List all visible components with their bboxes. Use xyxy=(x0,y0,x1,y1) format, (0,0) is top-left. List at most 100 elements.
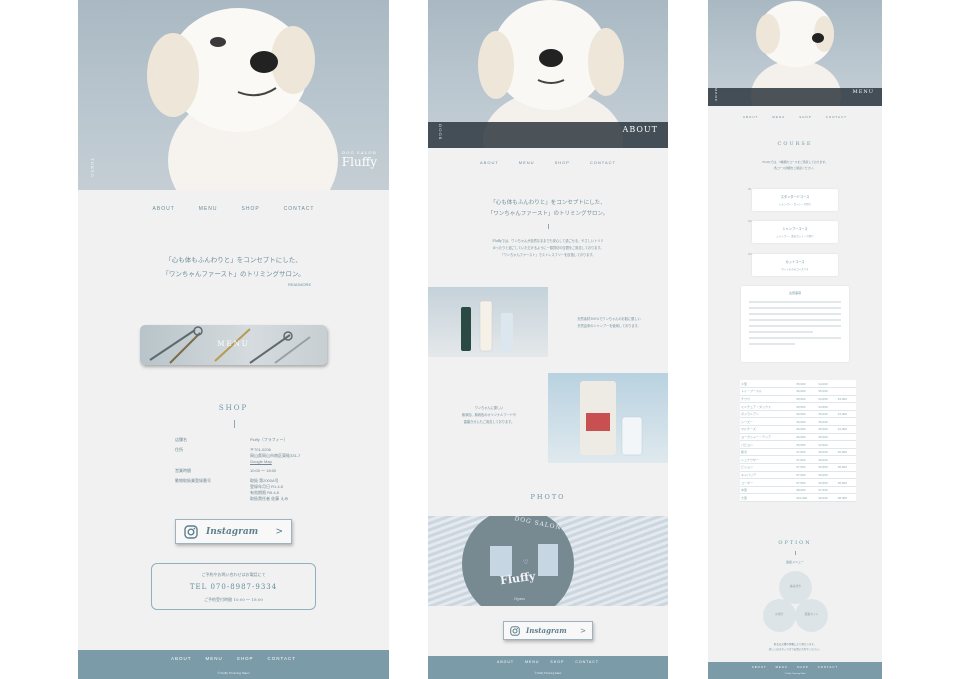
table-cell-breed: シーズー xyxy=(740,417,796,427)
tel-number[interactable]: TEL 070-8987-9334 xyxy=(152,583,315,591)
footer-nav-shop[interactable]: SHOP xyxy=(550,660,564,664)
main-nav: ABOUT MENU SHOP CONTACT xyxy=(708,115,882,119)
table-cell-b: ¥5,000 xyxy=(817,387,837,396)
nav-shop[interactable]: SHOP xyxy=(555,160,570,165)
instagram-button[interactable]: Instagram > xyxy=(503,621,593,640)
tagline-line2: 「ワンちゃんファースト」のトリミングサロン。 xyxy=(162,270,305,278)
nav-about[interactable]: ABOUT xyxy=(743,115,758,119)
food-text-3: 歯磨きガムもご用意しております。 xyxy=(463,420,515,424)
shop-row-value: Fluffy（フラフィー） xyxy=(250,437,288,442)
shop-row-label: 営業時間 xyxy=(175,468,191,473)
nav-shop[interactable]: SHOP xyxy=(799,115,812,119)
shop-row-value: 取扱責任者 佐藤 えみ xyxy=(250,496,289,501)
option-subtitle: 追加メニュー xyxy=(785,560,804,564)
course-title: COURSE xyxy=(777,141,813,147)
nav-menu[interactable]: MENU xyxy=(199,206,218,212)
table-cell-breed: ミニチュア・ダックス xyxy=(740,402,796,411)
nav-menu[interactable]: MENU xyxy=(519,160,535,165)
price-table: 小型 ¥5,000 ¥4,000 トイ・プードル ¥6,000 ¥5,000 チワワ ¥5,0… xyxy=(740,380,856,502)
photo-title: PHOTO xyxy=(530,493,566,501)
footer-nav-about[interactable]: ABOUT xyxy=(752,665,767,669)
nav-about[interactable]: ABOUT xyxy=(480,160,499,165)
table-cell-breed: パピヨン xyxy=(740,440,796,449)
footer-nav-about[interactable]: ABOUT xyxy=(497,660,514,664)
option-circle-2: 爪切り xyxy=(763,599,796,632)
hero-vertical-text: TOKYO xyxy=(90,158,95,178)
footer-nav-menu[interactable]: MENU xyxy=(525,660,539,664)
table-cell-b: ¥6,000 xyxy=(817,455,837,465)
course-name: シャンプーコース xyxy=(782,227,808,231)
table-cell-a: ¥6,000 xyxy=(795,410,818,419)
footer-nav-shop[interactable]: SHOP xyxy=(237,656,254,661)
table-cell-breed: コーギー xyxy=(740,478,796,487)
menu-hero-title: MENU xyxy=(852,89,874,95)
table-cell-b: ¥4,500 xyxy=(817,402,837,411)
course-desc: シャンプー・部分カット・爪切り xyxy=(776,235,814,238)
table-cell-a: ¥7,000 xyxy=(795,455,818,465)
table-cell-a: ¥6,000 xyxy=(795,425,818,434)
table-cell-breed: ポメラニアン xyxy=(740,410,796,419)
table-row: 中型 ¥8,000 ¥7,000 xyxy=(740,486,856,495)
footer-nav-contact[interactable]: CONTACT xyxy=(575,660,599,664)
nav-shop[interactable]: SHOP xyxy=(242,206,260,212)
nav-contact[interactable]: CONTACT xyxy=(826,115,847,119)
shampoo-text: 天然素材100%でワンちゃんのお肌に優しい 天然由来のシャンプーを使用しておりま… xyxy=(556,316,662,330)
shampoo-text-2: 天然由来のシャンプーを使用しております。 xyxy=(577,324,641,328)
contact-note: ご予約やお問い合わせはお電話にて xyxy=(201,572,266,577)
footer-nav-shop[interactable]: SHOP xyxy=(797,665,809,669)
table-row: マルチーズ ¥6,000 ¥5,000 ¥4,000 xyxy=(740,425,856,434)
readmore-link[interactable]: READMORE xyxy=(288,282,311,287)
table-cell-b: ¥7,000 xyxy=(817,486,837,495)
table-cell-b: ¥6,000 xyxy=(817,448,837,457)
course-card[interactable]: シャンプーコースシャンプー・部分カット・爪切り xyxy=(752,221,838,243)
about-body-2: ゆったりと過ごしていただけるように一頭貸切の空間をご用意しております。 xyxy=(492,246,604,250)
instagram-label: Instagram xyxy=(526,626,567,635)
main-nav: ABOUT MENU SHOP CONTACT xyxy=(78,206,389,212)
footer-nav: ABOUT MENU SHOP CONTACT xyxy=(708,665,882,669)
course-intro-2: 各コース詳細をご確認ください。 xyxy=(774,166,816,170)
footer-nav-about[interactable]: ABOUT xyxy=(171,656,192,661)
food-photo xyxy=(548,373,668,463)
table-cell-breed: シュナウザー xyxy=(740,455,796,465)
notes-lines xyxy=(749,301,841,345)
table-cell-breed: トイ・プードル xyxy=(740,387,796,396)
table-cell-b: ¥5,000 xyxy=(817,433,837,442)
option-2: 爪切り xyxy=(775,612,784,616)
course-card[interactable]: スタンダードコース シャンプー・カット・爪切り xyxy=(752,189,838,211)
table-cell-c: ¥8,000 xyxy=(836,493,856,502)
footer-nav-contact[interactable]: CONTACT xyxy=(818,665,838,669)
footer-nav: ABOUT MENU SHOP CONTACT xyxy=(78,656,389,661)
hero-vertical-text: DOGS xyxy=(438,124,443,141)
footer-nav-menu[interactable]: MENU xyxy=(206,656,223,661)
nav-contact[interactable]: CONTACT xyxy=(590,160,616,165)
table-cell-breed: 柴犬 xyxy=(740,448,796,457)
nav-menu[interactable]: MENU xyxy=(772,115,785,119)
menu-banner[interactable]: MENU xyxy=(140,325,327,365)
menu-banner-label: MENU xyxy=(217,340,250,348)
table-cell-breed: キャバリア xyxy=(740,471,796,480)
instagram-icon xyxy=(510,625,520,636)
footer-nav: ABOUT MENU SHOP CONTACT xyxy=(428,660,668,664)
nav-about[interactable]: ABOUT xyxy=(153,206,175,212)
copyright: © Fluffy Trimming Salon xyxy=(217,671,250,675)
about-hero-title: ABOUT xyxy=(622,125,658,134)
food-text-2: 無添加、無着色のオリジナルフードや xyxy=(461,413,517,417)
notes-title: 注意事項 xyxy=(788,291,801,295)
option-divider xyxy=(795,551,796,555)
shop-row-value[interactable]: Google Map xyxy=(250,459,272,464)
table-cell-c xyxy=(836,417,856,427)
table-cell-b: ¥4,000 xyxy=(817,395,837,404)
table-cell-a: ¥5,000 xyxy=(795,380,818,389)
table-cell-b: ¥5,000 xyxy=(817,417,837,427)
footer-nav-menu[interactable]: MENU xyxy=(776,665,788,669)
instagram-button[interactable]: Instagram > xyxy=(175,519,292,544)
table-cell-breed: 大型 xyxy=(740,493,796,502)
table-row: ポメラニアン ¥6,000 ¥5,000 ¥4,000 xyxy=(740,410,856,419)
table-row: 小型 ¥5,000 ¥4,000 xyxy=(740,380,856,389)
course-card[interactable]: カットコース カットのみのコースです xyxy=(752,254,838,276)
nav-contact[interactable]: CONTACT xyxy=(284,206,315,212)
table-cell-c: ¥5,500 xyxy=(836,478,856,487)
bottle-icon xyxy=(461,300,513,352)
footer-nav-contact[interactable]: CONTACT xyxy=(268,656,296,661)
copyright: © Fluffy Trimming Salon xyxy=(784,673,806,675)
